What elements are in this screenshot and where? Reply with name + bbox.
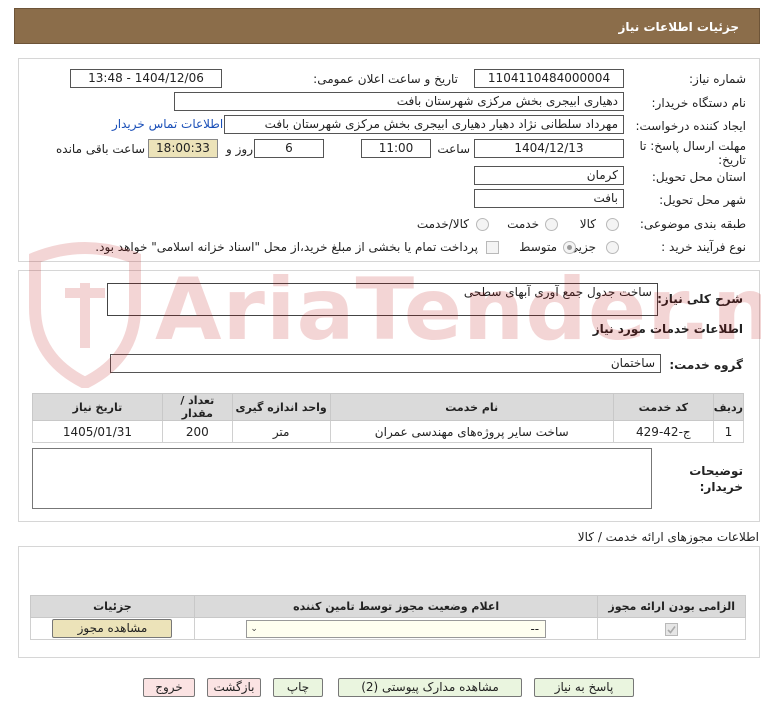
category-label: طبقه بندی موضوعی: xyxy=(639,217,746,231)
announce-date-label: تاریخ و ساعت اعلان عمومی: xyxy=(313,72,458,86)
city-field: بافت xyxy=(474,189,624,208)
deadline-label: مهلت ارسال پاسخ: تا xyxy=(639,139,746,153)
col-row-number: ردیف xyxy=(712,393,745,421)
select-value: -- xyxy=(530,621,540,636)
view-permit-button[interactable]: مشاهده مجوز xyxy=(52,619,173,638)
reply-button[interactable]: پاسخ به نیاز xyxy=(534,678,634,697)
permit-details-cell: مشاهده مجوز xyxy=(30,617,195,640)
deadline-time-field: 11:00 xyxy=(361,139,431,158)
category-radio-service[interactable] xyxy=(545,218,558,231)
city-label: شهر محل تحویل: xyxy=(659,193,746,207)
print-button[interactable]: چاپ xyxy=(273,678,323,697)
chevron-down-icon: ⌄ xyxy=(250,623,258,634)
col-unit: واحد اندازه گیری xyxy=(231,393,331,421)
permit-status-cell: -- ⌄ xyxy=(193,617,599,640)
deadline-time-label: ساعت xyxy=(437,142,470,156)
row-unit: متر xyxy=(231,420,331,443)
deadline-date-field: 1404/12/13 xyxy=(474,139,624,158)
buyer-org-label: نام دستگاه خریدار: xyxy=(651,96,747,110)
col-permit-status: اعلام وضعیت مجوز توسط تامین کننده xyxy=(193,595,599,618)
announce-date-field: 1404/12/06 - 13:48 xyxy=(70,69,222,88)
table-row: -- ⌄ مشاهده مجوز xyxy=(30,617,746,640)
category-radio-goods[interactable] xyxy=(606,218,619,231)
row-service-code: ج-42-429 xyxy=(612,420,714,443)
page-header: جزئیات اطلاعات نیاز xyxy=(14,8,760,44)
category-option-goods-service: کالا/خدمت xyxy=(416,217,469,231)
services-table-header: ردیف کد خدمت نام خدمت واحد اندازه گیری ت… xyxy=(32,393,745,421)
exit-button[interactable]: خروج xyxy=(143,678,195,697)
permit-required-cell xyxy=(597,617,746,640)
remaining-time-field: 18:00:33 xyxy=(148,139,218,158)
buyer-contact-link[interactable]: اطلاعات تماس خریدار xyxy=(112,117,223,131)
col-permit-details: جزئیات xyxy=(30,595,195,618)
category-option-service: خدمت xyxy=(507,217,539,231)
back-button[interactable]: بازگشت xyxy=(207,678,261,697)
province-field: کرمان xyxy=(474,166,624,185)
check-icon xyxy=(667,626,676,634)
view-attachments-button[interactable]: مشاهده مدارک پیوستی (2) xyxy=(338,678,522,697)
permits-table: الزامی بودن ارائه مجوز اعلام وضعیت مجوز … xyxy=(30,595,746,640)
process-radio-minor[interactable] xyxy=(606,241,619,254)
category-radio-goods-service[interactable] xyxy=(476,218,489,231)
services-table: ردیف کد خدمت نام خدمت واحد اندازه گیری ت… xyxy=(32,393,745,443)
page-title: جزئیات اطلاعات نیاز xyxy=(618,20,739,34)
process-radio-medium[interactable] xyxy=(563,241,576,254)
category-option-goods: کالا xyxy=(579,217,596,231)
row-service-name: ساخت سایر پروژه‌های مهندسی عمران xyxy=(329,420,614,443)
deadline-label-date: تاریخ: xyxy=(718,153,746,167)
buyer-notes-label-2: خریدار: xyxy=(699,480,743,494)
col-service-code: کد خدمت xyxy=(612,393,714,421)
buyer-notes-label: توضیحات xyxy=(689,464,743,478)
permits-table-header: الزامی بودن ارائه مجوز اعلام وضعیت مجوز … xyxy=(30,595,746,618)
row-need-date: 1405/01/31 xyxy=(32,420,163,443)
process-option-medium: متوسط xyxy=(519,240,557,254)
need-info-panel xyxy=(18,58,760,262)
summary-textarea[interactable]: ساخت جدول جمع آوری آبهای سطحی xyxy=(107,283,658,316)
row-index: 1 xyxy=(712,420,745,443)
treasury-payment-note: پرداخت تمام یا بخشی از مبلغ خرید،از محل … xyxy=(95,240,478,254)
row-quantity: 200 xyxy=(161,420,233,443)
process-type-label: نوع فرآیند خرید : xyxy=(661,240,746,254)
need-number-label: شماره نیاز: xyxy=(689,72,746,86)
col-need-date: تاریخ نیاز xyxy=(32,393,163,421)
table-row: 1 ج-42-429 ساخت سایر پروژه‌های مهندسی عم… xyxy=(32,420,745,443)
treasury-payment-checkbox[interactable] xyxy=(486,241,499,254)
requester-label: ایجاد کننده درخواست: xyxy=(635,119,746,133)
col-permit-required: الزامی بودن ارائه مجوز xyxy=(597,595,746,618)
permit-required-checkbox xyxy=(665,623,679,636)
province-label: استان محل تحویل: xyxy=(651,170,746,184)
remaining-time-label: ساعت باقی مانده xyxy=(56,142,146,156)
summary-label: شرح کلی نیاز: xyxy=(657,292,743,306)
service-group-label: گروه خدمت: xyxy=(669,358,743,372)
need-number-field: 1104110484000004 xyxy=(474,69,624,88)
requester-field: مهرداد سلطانی نژاد دهیار دهیاری ابیجری ب… xyxy=(224,115,624,134)
days-label: روز و xyxy=(226,142,253,156)
buyer-notes-textarea[interactable] xyxy=(32,448,652,509)
buyer-org-field: دهیاری ابیجری بخش مرکزی شهرستان بافت xyxy=(174,92,624,111)
col-quantity: تعداد / مقدار xyxy=(161,393,233,421)
service-group-field: ساختمان xyxy=(110,354,661,373)
permits-section-title: اطلاعات مجوزهای ارائه خدمت / کالا xyxy=(577,530,759,544)
services-section-title: اطلاعات خدمات مورد نیاز xyxy=(592,322,743,336)
days-remaining-field: 6 xyxy=(254,139,324,158)
col-service-name: نام خدمت xyxy=(329,393,614,421)
permit-status-select[interactable]: -- ⌄ xyxy=(246,619,547,638)
